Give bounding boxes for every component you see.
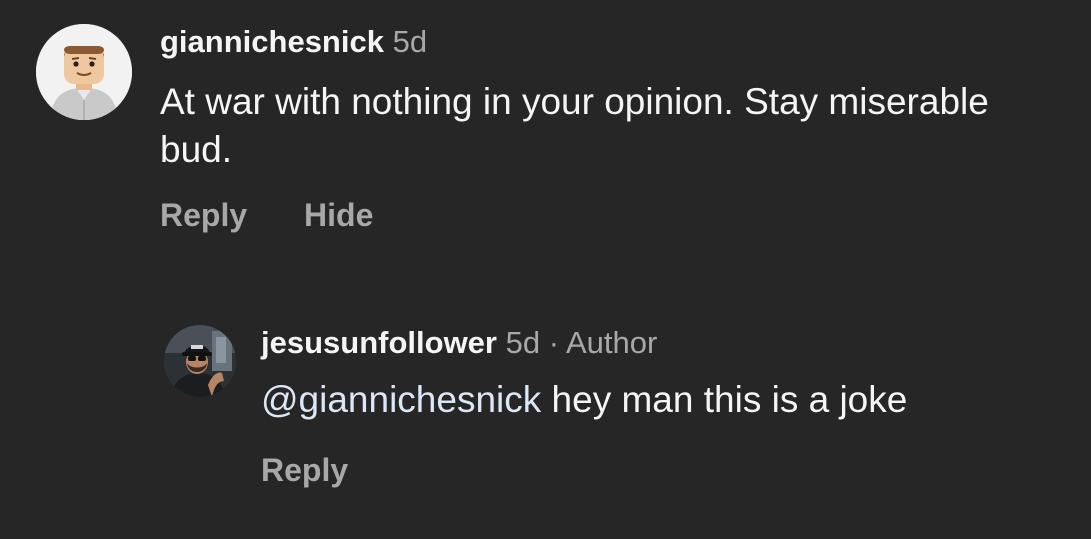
mention-link[interactable]: @giannichesnick [261, 379, 541, 420]
comment-actions: Reply Hide [160, 195, 373, 235]
username[interactable]: jesusunfollower [261, 325, 497, 360]
reply-header: jesusunfollower 5d · Author [261, 323, 657, 363]
reply-button[interactable]: Reply [261, 450, 348, 490]
author-label: Author [565, 325, 658, 360]
reply-text: @giannichesnick hey man this is a joke [261, 376, 1041, 424]
timestamp: 5d [505, 325, 541, 360]
timestamp: 5d [392, 24, 428, 59]
lego-minifigure-icon [36, 24, 132, 120]
reply-button[interactable]: Reply [160, 195, 247, 235]
comment: giannichesnick 5d At war with nothing in… [36, 20, 1066, 250]
comment-header: giannichesnick 5d [160, 22, 427, 62]
hide-button[interactable]: Hide [304, 195, 373, 235]
reply-message: hey man this is a joke [541, 379, 908, 420]
comment-text: At war with nothing in your opinion. Sta… [160, 81, 989, 170]
profile-photo-icon [164, 325, 236, 397]
avatar[interactable] [164, 325, 236, 397]
separator-dot: · [548, 325, 560, 360]
username[interactable]: giannichesnick [160, 24, 384, 59]
reply-comment: jesusunfollower 5d · Author @giannichesn… [164, 322, 1064, 522]
reply-actions: Reply [261, 450, 348, 490]
avatar[interactable] [36, 24, 132, 120]
